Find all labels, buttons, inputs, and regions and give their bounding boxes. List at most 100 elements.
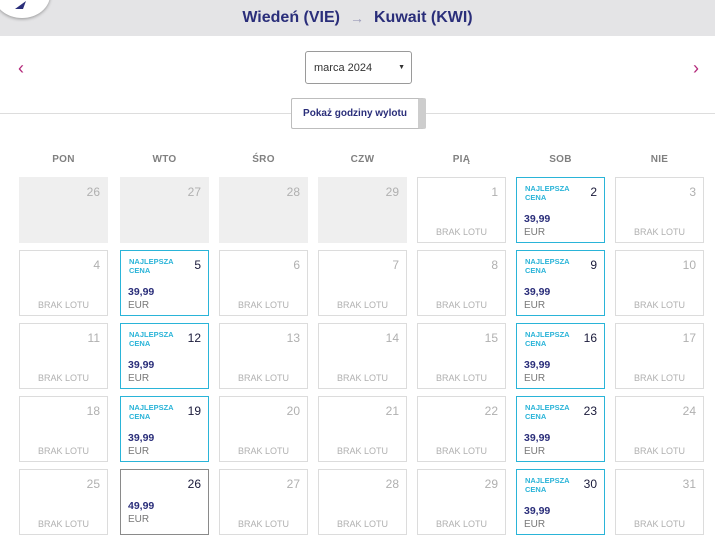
day-number: 19 <box>187 404 201 418</box>
prev-month-chevron-icon[interactable]: ‹ <box>11 57 31 79</box>
day-number: 25 <box>86 477 100 491</box>
no-flight-label: BRAK LOTU <box>435 227 487 237</box>
calendar-day-cell[interactable]: 9 NAJLEPSZA CENA 39,99 EUR <box>516 250 605 316</box>
day-number: 28 <box>286 185 300 199</box>
calendar-day-cell[interactable]: 13 BRAK LOTU <box>219 323 308 389</box>
calendar-day-cell[interactable]: 15 BRAK LOTU <box>417 323 506 389</box>
day-number: 6 <box>293 258 300 272</box>
calendar-day-cell[interactable]: 31 BRAK LOTU <box>615 469 704 535</box>
calendar-day-cell[interactable]: 3 BRAK LOTU <box>615 177 704 243</box>
weekday-label: SOB <box>549 154 572 165</box>
day-number: 2 <box>590 185 597 199</box>
price-currency: EUR <box>524 373 546 384</box>
calendar-day-cell: 29 <box>318 177 407 243</box>
calendar-day-cell[interactable]: 5 NAJLEPSZA CENA 39,99 EUR <box>120 250 209 316</box>
no-flight-label: BRAK LOTU <box>336 519 388 529</box>
calendar-day-cell[interactable]: 10 BRAK LOTU <box>615 250 704 316</box>
no-flight-label: BRAK LOTU <box>237 300 289 310</box>
airline-logo[interactable] <box>0 0 50 18</box>
calendar-day-cell[interactable]: 19 NAJLEPSZA CENA 39,99 EUR <box>120 396 209 462</box>
no-flight-label: BRAK LOTU <box>435 519 487 529</box>
calendar-day-cell[interactable]: 8 BRAK LOTU <box>417 250 506 316</box>
calendar-day-cell[interactable]: 27 BRAK LOTU <box>219 469 308 535</box>
no-flight-label: BRAK LOTU <box>37 300 89 310</box>
calendar-day-cell[interactable]: 7 BRAK LOTU <box>318 250 407 316</box>
month-select-value: marca 2024 <box>314 61 373 74</box>
price-value: 39,99 <box>524 213 551 225</box>
origin-city: Wiedeń (VIE) <box>242 9 340 26</box>
calendar-day-cell[interactable]: 11 BRAK LOTU <box>19 323 108 389</box>
price-currency: EUR <box>524 519 546 530</box>
calendar-day-cell[interactable]: 26 49,99 EUR <box>120 469 209 535</box>
weekday-label: PIĄ <box>452 154 471 165</box>
no-flight-label: BRAK LOTU <box>633 519 685 529</box>
route-header: Wiedeń (VIE) → Kuwait (KWI) <box>0 0 715 36</box>
day-number: 11 <box>87 331 100 345</box>
no-flight-label: BRAK LOTU <box>633 446 685 456</box>
no-flight-label: BRAK LOTU <box>435 373 487 383</box>
month-select[interactable]: marca 2024 ▼ <box>305 51 412 84</box>
calendar-day-cell[interactable]: 21 BRAK LOTU <box>318 396 407 462</box>
price-currency: EUR <box>128 300 150 311</box>
weekday-label: WTO <box>152 154 177 165</box>
day-number: 20 <box>286 404 300 418</box>
no-flight-label: BRAK LOTU <box>37 446 89 456</box>
day-number: 5 <box>194 258 201 272</box>
day-number: 10 <box>682 258 696 272</box>
calendar-day-cell[interactable]: 29 BRAK LOTU <box>417 469 506 535</box>
day-number: 23 <box>583 404 597 418</box>
day-number: 29 <box>484 477 498 491</box>
dropdown-caret-icon: ▼ <box>398 64 405 71</box>
price-currency: EUR <box>128 514 150 525</box>
day-number: 12 <box>187 331 201 345</box>
calendar-day-cell[interactable]: 18 BRAK LOTU <box>19 396 108 462</box>
price-value: 39,99 <box>128 359 155 371</box>
best-price-badge: NAJLEPSZA CENA <box>525 403 570 421</box>
price-value: 39,99 <box>524 359 551 371</box>
calendar-day-cell[interactable]: 30 NAJLEPSZA CENA 39,99 EUR <box>516 469 605 535</box>
calendar-day-cell[interactable]: 22 BRAK LOTU <box>417 396 506 462</box>
day-number: 17 <box>682 331 696 345</box>
calendar-day-cell[interactable]: 28 BRAK LOTU <box>318 469 407 535</box>
best-price-badge: NAJLEPSZA CENA <box>525 184 570 202</box>
calendar-day-cell: 28 <box>219 177 308 243</box>
destination-city: Kuwait (KWI) <box>373 9 473 26</box>
next-month-chevron-icon[interactable]: › <box>686 57 706 79</box>
day-number: 26 <box>86 185 100 199</box>
logo-swoosh-icon <box>15 1 26 9</box>
calendar-day-cell[interactable]: 24 BRAK LOTU <box>615 396 704 462</box>
calendar-day-cell[interactable]: 12 NAJLEPSZA CENA 39,99 EUR <box>120 323 209 389</box>
day-number: 14 <box>385 331 399 345</box>
calendar-day-cell[interactable]: 16 NAJLEPSZA CENA 39,99 EUR <box>516 323 605 389</box>
price-currency: EUR <box>128 446 150 457</box>
day-number: 7 <box>392 258 399 272</box>
no-flight-label: BRAK LOTU <box>237 373 289 383</box>
calendar-day-cell[interactable]: 1 BRAK LOTU <box>417 177 506 243</box>
price-value: 39,99 <box>524 286 551 298</box>
no-flight-label: BRAK LOTU <box>336 446 388 456</box>
no-flight-label: BRAK LOTU <box>435 446 487 456</box>
calendar-day-cell[interactable]: 6 BRAK LOTU <box>219 250 308 316</box>
day-number: 24 <box>682 404 696 418</box>
day-number: 4 <box>93 258 100 272</box>
route-arrow-icon: → <box>349 10 364 26</box>
day-number: 26 <box>187 477 201 491</box>
day-number: 15 <box>484 331 498 345</box>
calendar-day-cell[interactable]: 4 BRAK LOTU <box>19 250 108 316</box>
show-flight-times-button[interactable]: Pokaż godziny wylotu <box>291 98 426 129</box>
calendar-day-cell[interactable]: 14 BRAK LOTU <box>318 323 407 389</box>
day-number: 22 <box>484 404 498 418</box>
no-flight-label: BRAK LOTU <box>633 300 685 310</box>
best-price-badge: NAJLEPSZA CENA <box>129 330 174 348</box>
calendar-day-cell[interactable]: 20 BRAK LOTU <box>219 396 308 462</box>
calendar-day-cell[interactable]: 25 BRAK LOTU <box>19 469 108 535</box>
day-number: 29 <box>385 185 399 199</box>
price-value: 39,99 <box>128 286 155 298</box>
weekday-label: NIE <box>650 154 669 165</box>
calendar-day-cell[interactable]: 2 NAJLEPSZA CENA 39,99 EUR <box>516 177 605 243</box>
price-currency: EUR <box>524 300 546 311</box>
weekday-label: ŚRO <box>252 154 275 165</box>
calendar-day-cell[interactable]: 17 BRAK LOTU <box>615 323 704 389</box>
price-value: 39,99 <box>524 505 551 517</box>
calendar-day-cell[interactable]: 23 NAJLEPSZA CENA 39,99 EUR <box>516 396 605 462</box>
